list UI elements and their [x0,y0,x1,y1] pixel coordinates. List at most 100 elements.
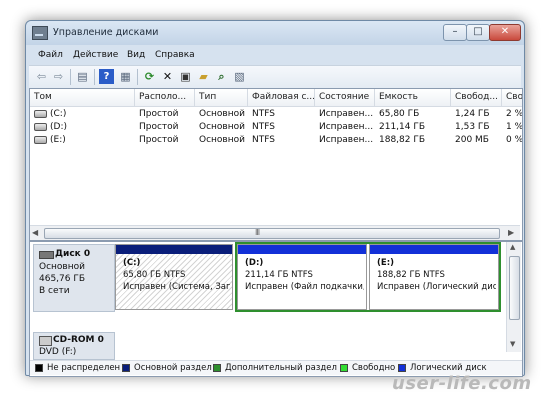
partition-status: Исправен (Логический дис [377,282,496,292]
partition-e[interactable]: (E:) 188,82 ГБ NTFS Исправен (Логический… [369,244,499,310]
maximize-button[interactable]: □ [466,24,490,41]
watermark: user-life.com [392,373,532,394]
legend-label: Не распределен [47,363,121,373]
legend-swatch-extended [213,364,221,372]
layout-cell: Простой [139,122,179,132]
status-cell: Исправен... [319,135,374,145]
partition-c[interactable]: (C:) 65,80 ГБ NTFS Исправен (Система, За… [115,244,233,310]
drive-icon [34,135,47,144]
type-cell: Основной [199,135,245,145]
partition-d[interactable]: (D:) 211,14 ГБ NTFS Исправен (Файл подка… [237,244,367,310]
partition-body: (D:) 211,14 ГБ NTFS Исправен (Файл подка… [238,254,366,309]
column-header-free-percent[interactable]: Сво [502,89,522,106]
status-cell: Исправен... [319,109,374,119]
logical-drive-bar [238,245,366,254]
column-header-free[interactable]: Свобод... [451,89,502,106]
close-icon: ✕ [500,26,510,37]
menu-view[interactable]: Вид [127,50,145,60]
properties-icon[interactable]: ▣ [178,69,193,84]
scroll-left-icon[interactable]: ◀ [32,228,38,237]
menu-file[interactable]: Файл [38,50,63,60]
legend-label: Дополнительный раздел [225,363,337,373]
layout-cell: Простой [139,135,179,145]
disk-graphical-view: Диск 0 Основной 465,76 ГБ В сети (C:) 65… [29,241,523,377]
scroll-down-icon[interactable]: ▼ [510,340,515,348]
toolbar-separator [70,69,71,85]
scrollbar-thumb[interactable] [509,256,520,320]
column-header-status[interactable]: Состояние [315,89,375,106]
properties-pane-icon[interactable]: ▦ [118,69,133,84]
disk-management-app-icon [32,26,48,40]
primary-partition-bar [116,245,232,254]
partition-size: 211,14 ГБ NTFS [245,270,313,280]
vertical-scrollbar[interactable]: ▲ ▼ [506,242,521,352]
disk-status: В сети [39,286,70,296]
partition-size: 65,80 ГБ NTFS [123,270,186,280]
partition-size: 188,82 ГБ NTFS [377,270,445,280]
window-title: Управление дисками [53,27,159,38]
close-button[interactable]: ✕ [489,24,521,41]
menu-help[interactable]: Справка [155,50,195,60]
filesystem-cell: NTFS [252,109,275,119]
horizontal-scrollbar[interactable]: ◀ III ▶ [30,225,520,240]
disk-management-window: Управление дисками – □ ✕ Файл Действие В… [25,20,525,377]
partition-letter: (C:) [123,258,141,268]
filesystem-cell: NTFS [252,122,275,132]
back-arrow-icon[interactable]: ⇦ [34,69,49,84]
partition-body: (E:) 188,82 ГБ NTFS Исправен (Логический… [370,254,498,309]
status-cell: Исправен... [319,122,374,132]
table-row[interactable]: (E:) Простой Основной NTFS Исправен... 1… [30,134,522,147]
legend-swatch-logical [398,364,406,372]
console-tree-icon[interactable]: ▤ [75,69,90,84]
logical-drive-bar [370,245,498,254]
drive-icon [34,122,47,131]
free-cell: 1,53 ГБ [455,122,490,132]
disk-name: Диск 0 [55,249,91,259]
help-icon[interactable]: ? [99,69,114,84]
title-bar[interactable]: Управление дисками – □ ✕ [26,21,524,45]
capacity-cell: 211,14 ГБ [379,122,426,132]
table-row[interactable]: (D:) Простой Основной NTFS Исправен... 2… [30,121,522,134]
free-percent-cell: 1 % [506,122,522,132]
legend-swatch-primary [122,364,130,372]
view-icon[interactable]: ▧ [232,69,247,84]
column-header-type[interactable]: Тип [195,89,248,106]
legend-swatch-unallocated [35,364,43,372]
column-header-capacity[interactable]: Емкость [375,89,451,106]
toolbar: ⇦ ⇨ ▤ ? ▦ ⟳ ✕ ▣ ▰ ⌕ ▧ [29,65,521,89]
scroll-right-icon[interactable]: ▶ [508,228,514,237]
minimize-icon: – [452,26,458,37]
scrollbar-thumb[interactable]: III [44,228,500,239]
table-row[interactable]: (C:) Простой Основной NTFS Исправен... 6… [30,108,522,121]
partition-status: Исправен (Система, Загр [123,282,230,292]
legend-label: Свободно [352,363,396,373]
free-cell: 1,24 ГБ [455,109,490,119]
disk-0-info[interactable]: Диск 0 Основной 465,76 ГБ В сети [33,244,115,312]
minimize-button[interactable]: – [443,24,467,41]
disk-type: Основной [39,262,85,272]
capacity-cell: 65,80 ГБ [379,109,420,119]
cdrom-type: DVD (F:) [39,347,77,357]
maximize-icon: □ [473,26,483,37]
refresh-icon[interactable]: ⟳ [142,69,157,84]
column-header-volume[interactable]: Том [30,89,135,106]
menu-bar: Файл Действие Вид Справка [29,47,521,64]
hard-disk-icon [39,251,54,259]
toolbar-separator [94,69,95,85]
toolbar-separator [137,69,138,85]
free-percent-cell: 0 % [506,135,522,145]
forward-arrow-icon[interactable]: ⇨ [51,69,66,84]
column-header-layout[interactable]: Располо... [135,89,195,106]
open-folder-icon[interactable]: ▰ [196,69,211,84]
volume-list-header: Том Располо... Тип Файловая с... Состоян… [30,89,522,107]
filesystem-cell: NTFS [252,135,275,145]
menu-action[interactable]: Действие [73,50,118,60]
delete-icon[interactable]: ✕ [160,69,175,84]
scroll-up-icon[interactable]: ▲ [510,243,515,251]
search-icon[interactable]: ⌕ [214,69,229,84]
column-header-filesystem[interactable]: Файловая с... [248,89,315,106]
drive-icon [34,109,47,118]
legend-label: Логический диск [410,363,487,373]
cdrom-0-info[interactable]: CD-ROM 0 DVD (F:) [33,332,115,360]
cdrom-icon [39,336,52,346]
